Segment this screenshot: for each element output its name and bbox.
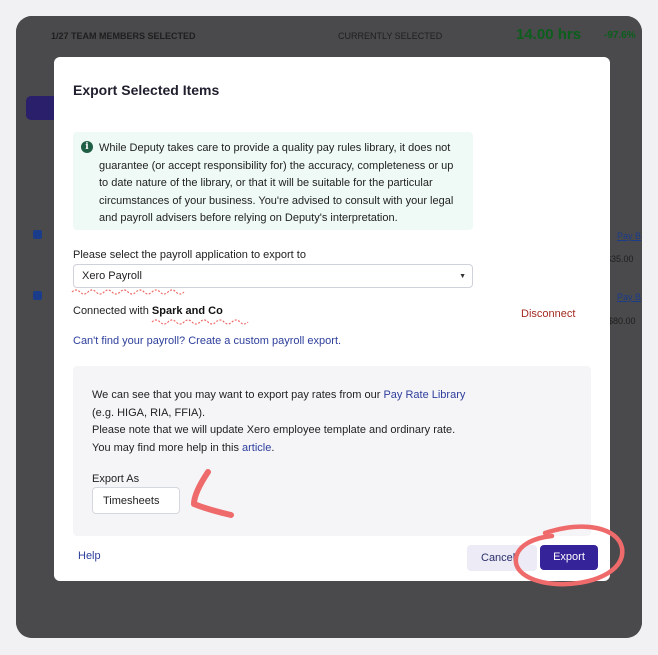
connected-prefix: Connected with bbox=[73, 305, 149, 317]
notice-line4: You may find more help in this bbox=[92, 441, 243, 454]
amount-text: $80.00 bbox=[608, 316, 636, 326]
pay-rate-library-link[interactable]: Pay Rate Library bbox=[383, 389, 465, 401]
payroll-app-value: Xero Payroll bbox=[82, 270, 142, 282]
percent-change: -97.6% bbox=[604, 30, 636, 41]
amount-text: $35.00 bbox=[606, 254, 634, 264]
hours-value: 14.00 hrs bbox=[516, 26, 582, 43]
disclaimer-text: While Deputy takes care to provide a qua… bbox=[99, 142, 454, 225]
notice-line4-suffix: . bbox=[271, 441, 275, 454]
connection-status: Connected with Spark and Co bbox=[73, 305, 223, 317]
article-link[interactable]: article bbox=[242, 442, 271, 454]
info-circle-icon: i bbox=[81, 141, 93, 153]
pay-link[interactable]: Pay B bbox=[617, 231, 641, 241]
export-as-label: Export As bbox=[92, 473, 140, 485]
notice-line2: (e.g. HIGA, RIA, FFIA). bbox=[92, 406, 206, 419]
caret-down-icon: ▼ bbox=[459, 273, 466, 280]
row-checkbox[interactable] bbox=[33, 230, 42, 239]
disconnect-link[interactable]: Disconnect bbox=[521, 308, 575, 320]
payroll-app-select[interactable]: Xero Payroll ▼ bbox=[73, 264, 473, 288]
help-link[interactable]: Help bbox=[78, 550, 101, 562]
members-selected-text: 1/27 TEAM MEMBERS SELECTED bbox=[51, 31, 196, 41]
cancel-button[interactable]: Cancel bbox=[467, 545, 537, 571]
notice-line3: Please note that we will update Xero emp… bbox=[92, 424, 456, 437]
notice-text: We can see that you may want to export p… bbox=[92, 387, 492, 457]
connected-org: Spark and Co bbox=[151, 305, 223, 317]
export-dialog: Export Selected Items i While Deputy tak… bbox=[54, 57, 610, 581]
pay-link[interactable]: Pay B bbox=[617, 292, 641, 302]
payroll-select-label: Please select the payroll application to… bbox=[73, 249, 306, 261]
notice-line1: We can see that you may want to export p… bbox=[92, 389, 384, 401]
pay-rate-notice: We can see that you may want to export p… bbox=[73, 366, 591, 536]
disclaimer-box: i While Deputy takes care to provide a q… bbox=[73, 132, 473, 230]
currently-selected-text: CURRENTLY SELECTED bbox=[338, 31, 443, 41]
dialog-title: Export Selected Items bbox=[73, 82, 220, 98]
row-checkbox[interactable] bbox=[33, 291, 42, 300]
custom-export-link[interactable]: Can't find your payroll? Create a custom… bbox=[73, 335, 341, 347]
export-as-select[interactable]: Timesheets bbox=[92, 487, 180, 514]
export-button[interactable]: Export bbox=[540, 545, 598, 570]
export-as-value: Timesheets bbox=[103, 495, 160, 507]
